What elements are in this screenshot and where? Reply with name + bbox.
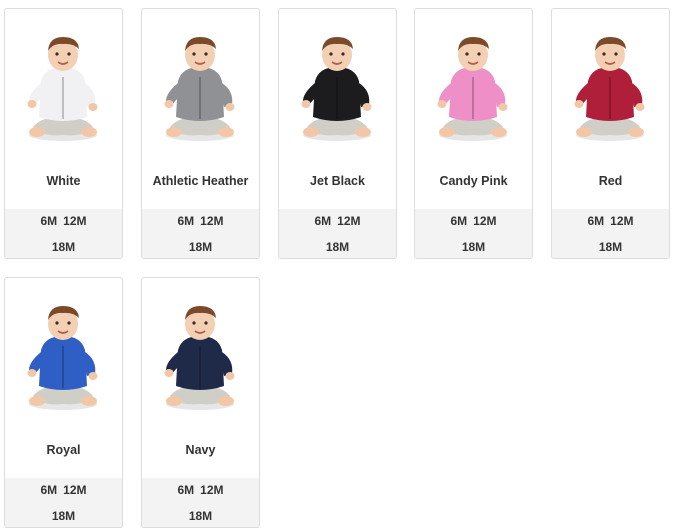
product-image <box>142 278 259 428</box>
color-card-navy[interactable]: Navy 6M 12M 18M <box>141 277 260 528</box>
color-card-white[interactable]: White 6M 12M 18M <box>4 8 123 259</box>
size-option[interactable]: 18M <box>189 509 212 523</box>
color-name: Navy <box>185 443 216 457</box>
size-option[interactable]: 6M <box>450 214 467 228</box>
size-list: 6M 12M 18M <box>552 209 669 258</box>
size-list: 6M 12M 18M <box>5 478 122 527</box>
size-option[interactable]: 18M <box>462 240 485 254</box>
color-name: Royal <box>46 443 81 457</box>
color-name: Jet Black <box>310 174 365 188</box>
product-image <box>279 9 396 159</box>
size-option[interactable]: 12M <box>473 214 496 228</box>
baby-hoodie-icon <box>27 37 98 141</box>
size-option[interactable]: 18M <box>326 240 349 254</box>
size-list: 6M 12M 18M <box>415 209 532 258</box>
product-image <box>5 278 122 428</box>
baby-hoodie-icon <box>27 306 98 410</box>
color-card-red[interactable]: Red 6M 12M 18M <box>551 8 670 259</box>
size-list: 6M 12M 18M <box>5 209 122 258</box>
color-card-candy-pink[interactable]: Candy Pink 6M 12M 18M <box>414 8 533 259</box>
size-option[interactable]: 18M <box>189 240 212 254</box>
size-option[interactable]: 6M <box>40 483 57 497</box>
product-image <box>142 9 259 159</box>
baby-hoodie-icon <box>164 37 235 141</box>
size-option[interactable]: 12M <box>610 214 633 228</box>
size-option[interactable]: 12M <box>200 214 223 228</box>
size-option[interactable]: 18M <box>599 240 622 254</box>
color-card-royal[interactable]: Royal 6M 12M 18M <box>4 277 123 528</box>
color-name: White <box>46 174 81 188</box>
baby-hoodie-icon <box>574 37 645 141</box>
size-option[interactable]: 12M <box>63 214 86 228</box>
size-option[interactable]: 12M <box>337 214 360 228</box>
color-card-jet-black[interactable]: Jet Black 6M 12M 18M <box>278 8 397 259</box>
color-name: Athletic Heather <box>152 174 249 188</box>
product-image <box>552 9 669 159</box>
color-name: Red <box>598 174 623 188</box>
size-option[interactable]: 12M <box>63 483 86 497</box>
product-image <box>5 9 122 159</box>
size-option[interactable]: 6M <box>177 214 194 228</box>
color-card-athletic-heather[interactable]: Athletic Heather 6M 12M 18M <box>141 8 260 259</box>
baby-hoodie-icon <box>437 37 508 141</box>
size-option[interactable]: 12M <box>200 483 223 497</box>
size-list: 6M 12M 18M <box>142 478 259 527</box>
size-list: 6M 12M 18M <box>142 209 259 258</box>
size-option[interactable]: 6M <box>314 214 331 228</box>
size-list: 6M 12M 18M <box>279 209 396 258</box>
baby-hoodie-icon <box>164 306 235 410</box>
baby-hoodie-icon <box>301 37 372 141</box>
color-name: Candy Pink <box>439 174 508 188</box>
size-option[interactable]: 6M <box>587 214 604 228</box>
size-option[interactable]: 6M <box>40 214 57 228</box>
size-option[interactable]: 18M <box>52 240 75 254</box>
size-option[interactable]: 6M <box>177 483 194 497</box>
size-option[interactable]: 18M <box>52 509 75 523</box>
product-image <box>415 9 532 159</box>
